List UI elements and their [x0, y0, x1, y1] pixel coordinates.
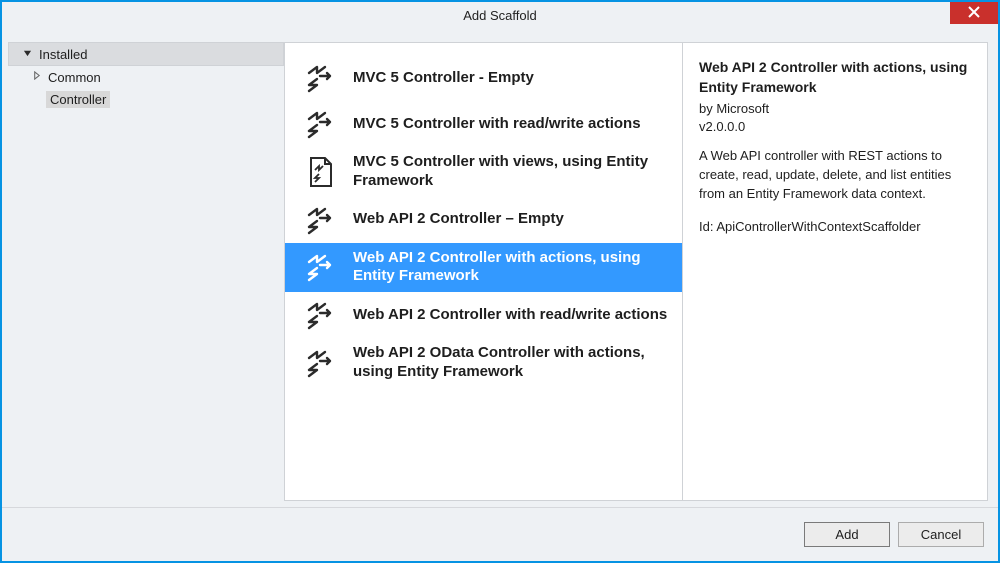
- expand-icon: [32, 71, 42, 83]
- scaffold-item-label: Web API 2 Controller – Empty: [353, 210, 564, 229]
- scaffold-item-label: MVC 5 Controller with views, using Entit…: [353, 153, 668, 191]
- scaffold-item[interactable]: Web API 2 Controller – Empty: [285, 197, 682, 243]
- collapse-icon: [23, 48, 33, 60]
- tree-item-controller[interactable]: Controller: [8, 88, 284, 110]
- scaffold-item[interactable]: MVC 5 Controller with views, using Entit…: [285, 147, 682, 197]
- details-id: Id: ApiControllerWithContextScaffolder: [699, 218, 971, 237]
- details-author: by Microsoft: [699, 100, 971, 119]
- controller-views-icon: [303, 155, 337, 189]
- close-button[interactable]: [950, 2, 998, 24]
- add-scaffold-dialog: Add Scaffold Installed Common Controll: [0, 0, 1000, 563]
- dialog-body: Installed Common Controller MVC 5 Contro…: [2, 28, 998, 507]
- details-description: A Web API controller with REST actions t…: [699, 147, 971, 204]
- controller-icon: [303, 346, 337, 380]
- tree-item-label: Common: [48, 70, 101, 85]
- scaffold-item-label: MVC 5 Controller with read/write actions: [353, 115, 641, 134]
- scaffold-item[interactable]: Web API 2 Controller with read/write act…: [285, 292, 682, 338]
- tree-item-common[interactable]: Common: [8, 66, 284, 88]
- details-title: Web API 2 Controller with actions, using…: [699, 57, 971, 98]
- scaffold-item[interactable]: MVC 5 Controller - Empty: [285, 55, 682, 101]
- tree-root-installed[interactable]: Installed: [8, 42, 284, 66]
- cancel-button[interactable]: Cancel: [898, 522, 984, 547]
- details-version: v2.0.0.0: [699, 118, 971, 137]
- add-button[interactable]: Add: [804, 522, 890, 547]
- scaffold-item-label: Web API 2 Controller with actions, using…: [353, 249, 668, 287]
- close-icon: [968, 5, 980, 21]
- controller-icon: [303, 203, 337, 237]
- tree-root-label: Installed: [39, 47, 87, 62]
- controller-icon: [303, 61, 337, 95]
- scaffold-item[interactable]: MVC 5 Controller with read/write actions: [285, 101, 682, 147]
- controller-icon: [303, 107, 337, 141]
- titlebar: Add Scaffold: [2, 2, 998, 28]
- details-panel: Web API 2 Controller with actions, using…: [682, 42, 988, 501]
- dialog-footer: Add Cancel: [2, 507, 998, 561]
- tree-item-label: Controller: [46, 91, 110, 108]
- scaffold-item[interactable]: Web API 2 OData Controller with actions,…: [285, 338, 682, 388]
- category-tree: Installed Common Controller: [2, 42, 284, 501]
- scaffold-item[interactable]: Web API 2 Controller with actions, using…: [285, 243, 682, 293]
- scaffold-item-label: Web API 2 Controller with read/write act…: [353, 306, 667, 325]
- controller-icon: [303, 298, 337, 332]
- controller-icon: [303, 250, 337, 284]
- scaffold-list: MVC 5 Controller - Empty MVC 5 Controller…: [284, 42, 682, 501]
- scaffold-item-label: MVC 5 Controller - Empty: [353, 69, 534, 88]
- window-title: Add Scaffold: [2, 8, 998, 23]
- scaffold-item-label: Web API 2 OData Controller with actions,…: [353, 344, 668, 382]
